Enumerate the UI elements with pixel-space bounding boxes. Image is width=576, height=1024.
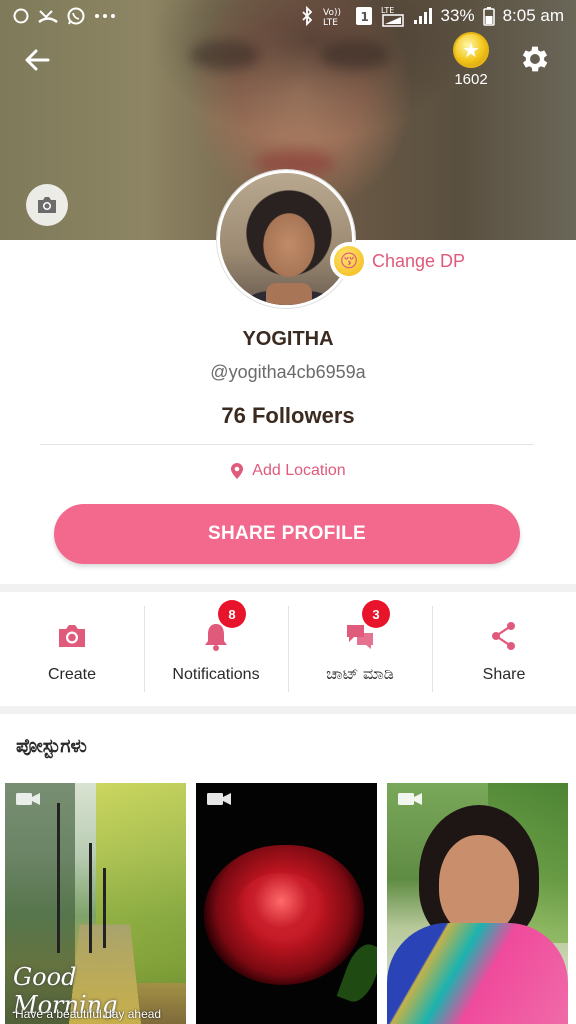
section-divider [0, 584, 576, 592]
divider [40, 444, 534, 445]
arrow-left-icon [25, 49, 50, 71]
status-bar: Vo)) LTE 1 LTE 33% 8:05 am [0, 0, 576, 32]
cover-photo-blur-eye [190, 40, 260, 70]
profile-handle: @yogitha4cb6959a [210, 362, 366, 382]
clock-time: 8:05 am [502, 6, 564, 25]
share-icon-wrap [484, 616, 524, 656]
section-divider [0, 706, 576, 714]
camera-icon [38, 197, 56, 213]
create-label: Create [47, 666, 97, 683]
back-button[interactable] [20, 42, 56, 78]
share-icon [492, 622, 515, 650]
signal-bars-icon [413, 8, 432, 24]
post-image-lamp [89, 843, 92, 953]
svg-text:1: 1 [360, 10, 368, 24]
coin-balance[interactable]: ★ 1602 [448, 32, 494, 88]
avatar[interactable] [217, 170, 355, 308]
sim-1-icon: 1 [355, 7, 372, 25]
notifications-icon-wrap: 8 [196, 600, 246, 656]
video-camera-icon [16, 793, 40, 805]
location-pin-icon [231, 463, 244, 479]
post-overlay-subtitle: Have a beautiful day ahead [15, 1007, 162, 1021]
cover-photo-blur-eye [320, 40, 390, 70]
add-location-link[interactable]: Add Location [0, 462, 576, 480]
share-label: Share [482, 666, 526, 683]
share-profile-button[interactable]: SHARE PROFILE [54, 504, 520, 564]
post-image-saree [387, 923, 568, 1024]
battery-icon [482, 7, 495, 26]
status-left-icons [12, 6, 116, 26]
create-button[interactable]: Create [0, 594, 144, 706]
profile-name: YOGITHA [242, 328, 334, 350]
gear-icon [522, 46, 548, 72]
coin-icon: ★ [453, 32, 489, 68]
lte-signal-icon: LTE [381, 6, 404, 27]
status-right-icons: Vo)) LTE 1 LTE 33% 8:05 am [301, 5, 564, 27]
notifications-button[interactable]: 8 Notifications [144, 594, 288, 706]
whatsapp-icon [67, 7, 85, 25]
battery-percent: 33% [440, 6, 475, 25]
action-row: Create 8 Notifications 3 ಚಾಟ್ ಮಾಡಿ Share [0, 594, 576, 706]
volte-icon: Vo))LTE [323, 8, 341, 27]
svg-text:Vo)): Vo)) [323, 8, 341, 18]
coin-count: 1602 [454, 71, 488, 88]
chat-icon-wrap: 3 [340, 600, 390, 656]
chat-button[interactable]: 3 ಚಾಟ್ ಮಾಡಿ [288, 594, 432, 706]
video-camera-icon [398, 793, 422, 805]
posts-section-title: ಪೋಸ್ಟುಗಳು [16, 736, 87, 757]
change-dp-button[interactable]: 😚 Change DP [330, 242, 480, 280]
notifications-label: Notifications [172, 666, 260, 683]
change-dp-label: Change DP [372, 250, 466, 271]
svg-text:LTE: LTE [381, 6, 394, 15]
post-thumbnail[interactable] [387, 783, 568, 1024]
add-location-label: Add Location [252, 462, 346, 479]
more-dots-icon [95, 14, 115, 18]
post-image-lamp [57, 803, 60, 953]
post-image-rose [236, 873, 326, 943]
change-cover-button[interactable] [26, 184, 68, 226]
post-thumbnail[interactable] [196, 783, 377, 1024]
svg-text:LTE: LTE [323, 18, 338, 27]
chat-badge: 3 [362, 600, 390, 628]
missed-call-icon [38, 10, 58, 24]
share-button[interactable]: Share [432, 594, 576, 706]
avatar-neck [266, 283, 312, 305]
create-icon-wrap [52, 616, 92, 656]
circle-icon [13, 8, 29, 24]
camera-icon [59, 625, 85, 647]
bluetooth-icon [301, 6, 312, 26]
video-camera-icon [207, 793, 231, 805]
followers-count[interactable]: 76 Followers [0, 403, 576, 429]
post-image-face [439, 835, 519, 935]
notifications-badge: 8 [218, 600, 246, 628]
post-thumbnail[interactable]: Good Morning Have a beautiful day ahead [5, 783, 186, 1024]
chat-label: ಚಾಟ್ ಮಾಡಿ [326, 666, 394, 683]
post-image-lamp [103, 868, 106, 948]
kissing-face-icon: 😚 [334, 246, 364, 276]
settings-button[interactable] [518, 42, 554, 78]
